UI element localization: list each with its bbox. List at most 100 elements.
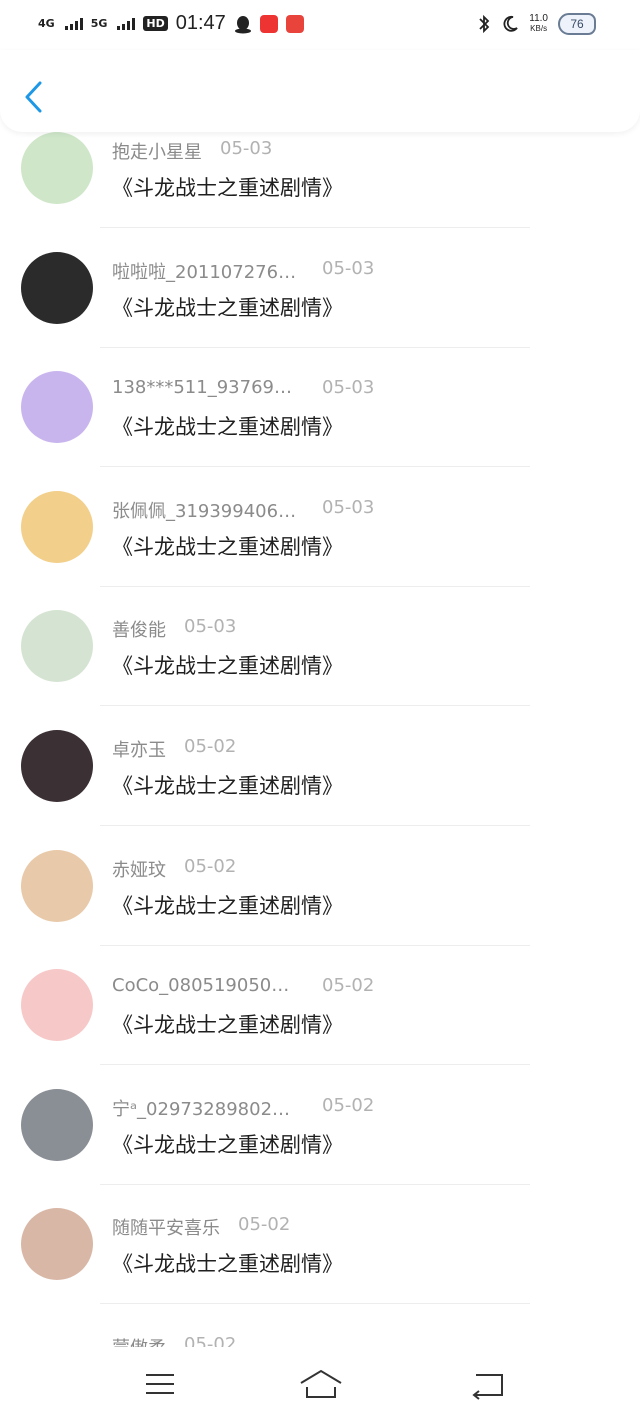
back-button[interactable] xyxy=(22,80,46,114)
system-nav-bar xyxy=(0,1347,640,1423)
avatar[interactable] xyxy=(21,1208,93,1281)
item-title[interactable]: 《斗龙战士之重述剧情》 xyxy=(112,531,343,561)
comment-list-inner: 抱走小星星 05-03 《斗龙战士之重述剧情》 啦啦啦_201107276… 05-03… xyxy=(0,132,640,1347)
item-meta: 赤娅玟 05-02 xyxy=(112,856,236,882)
network-5g-label: 5G xyxy=(90,16,108,30)
list-item[interactable]: 随随平安喜乐 05-02 《斗龙战士之重述剧情》 xyxy=(0,1196,640,1316)
item-meta: 宁ᵃ_02973289802… 05-02 xyxy=(112,1095,374,1121)
user-name[interactable]: 啦啦啦_201107276… xyxy=(112,258,302,284)
item-title[interactable]: 《斗龙战士之重述剧情》 xyxy=(112,1009,343,1039)
divider xyxy=(100,346,530,348)
item-meta: 张佩佩_319399406… 05-03 xyxy=(112,497,374,523)
list-item[interactable]: 张佩佩_319399406… 05-03 《斗龙战士之重述剧情》 xyxy=(0,479,640,599)
status-left: 4G 5G HD 01:47 xyxy=(38,12,304,35)
item-title[interactable]: 《斗龙战士之重述剧情》 xyxy=(112,890,343,920)
divider xyxy=(100,1303,530,1305)
post-date: 05-03 xyxy=(184,616,237,638)
speed-unit: KB/s xyxy=(530,24,548,33)
divider xyxy=(100,944,530,946)
network-speed: 11.0 KB/s xyxy=(529,14,548,34)
home-icon[interactable] xyxy=(298,1367,344,1401)
list-item[interactable]: 蒙傲柔 05-02 xyxy=(0,1316,640,1347)
list-item[interactable]: 善俊能 05-03 《斗龙战士之重述剧情》 xyxy=(0,598,640,718)
item-meta: 啦啦啦_201107276… 05-03 xyxy=(112,258,374,284)
news-app-icon xyxy=(285,14,304,33)
user-name[interactable]: CoCo_080519050… xyxy=(112,975,302,996)
battery-indicator: 76 xyxy=(558,13,596,35)
post-date: 05-02 xyxy=(184,735,237,757)
user-name[interactable]: 138***511_937694… xyxy=(112,377,302,398)
status-right: 11.0 KB/s 76 xyxy=(477,13,596,35)
item-meta: CoCo_080519050… 05-02 xyxy=(112,975,374,996)
avatar[interactable] xyxy=(21,969,93,1042)
back-nav-icon[interactable] xyxy=(468,1367,508,1401)
list-item[interactable]: 抱走小星星 05-03 《斗龙战士之重述剧情》 xyxy=(0,132,640,240)
item-meta: 卓亦玉 05-02 xyxy=(112,736,236,762)
post-date: 05-02 xyxy=(322,1094,375,1116)
signal-icon xyxy=(64,17,83,30)
app-notification-icon xyxy=(259,14,278,33)
divider xyxy=(100,1064,530,1066)
user-name[interactable]: 随随平安喜乐 xyxy=(112,1214,220,1240)
item-title[interactable]: 《斗龙战士之重述剧情》 xyxy=(112,172,343,202)
moon-icon xyxy=(503,15,518,32)
network-4g-label: 4G xyxy=(38,16,55,30)
speed-value: 11.0 xyxy=(529,13,548,24)
user-name[interactable]: 张佩佩_319399406… xyxy=(112,497,302,523)
avatar[interactable] xyxy=(21,1088,93,1161)
divider xyxy=(100,585,530,587)
list-item[interactable]: CoCo_080519050… 05-02 《斗龙战士之重述剧情》 xyxy=(0,957,640,1077)
list-item[interactable]: 赤娅玟 05-02 《斗龙战士之重述剧情》 xyxy=(0,838,640,958)
list-item[interactable]: 138***511_937694… 05-03 《斗龙战士之重述剧情》 xyxy=(0,359,640,479)
list-item[interactable]: 宁ᵃ_02973289802… 05-02 《斗龙战士之重述剧情》 xyxy=(0,1077,640,1197)
item-meta: 蒙傲柔 05-02 xyxy=(112,1334,236,1347)
avatar[interactable] xyxy=(21,1327,93,1347)
item-title[interactable]: 《斗龙战士之重述剧情》 xyxy=(112,1129,343,1159)
item-title[interactable]: 《斗龙战士之重述剧情》 xyxy=(112,650,343,680)
status-time: 01:47 xyxy=(175,12,226,34)
divider xyxy=(100,824,530,826)
list-item[interactable]: 啦啦啦_201107276… 05-03 《斗龙战士之重述剧情》 xyxy=(0,240,640,360)
signal-icon-2 xyxy=(117,17,136,30)
menu-icon[interactable] xyxy=(140,1367,180,1401)
user-name[interactable]: 善俊能 xyxy=(112,616,166,642)
avatar[interactable] xyxy=(21,371,93,444)
avatar[interactable] xyxy=(21,610,93,683)
avatar[interactable] xyxy=(21,251,93,324)
post-date: 05-03 xyxy=(220,138,273,159)
avatar[interactable] xyxy=(21,490,93,563)
item-title[interactable]: 《斗龙战士之重述剧情》 xyxy=(112,292,343,322)
item-title[interactable]: 《斗龙战士之重述剧情》 xyxy=(112,770,343,800)
post-date: 05-03 xyxy=(322,257,375,279)
comment-list: 抱走小星星 05-03 《斗龙战士之重述剧情》 啦啦啦_201107276… 05-03… xyxy=(0,132,640,1347)
list-item[interactable]: 卓亦玉 05-02 《斗龙战士之重述剧情》 xyxy=(0,718,640,838)
user-name[interactable]: 蒙傲柔 xyxy=(112,1334,166,1347)
divider xyxy=(100,705,530,707)
post-date: 05-02 xyxy=(322,975,375,997)
item-meta: 抱走小星星 05-03 xyxy=(112,138,272,164)
item-meta: 138***511_937694… 05-03 xyxy=(112,377,374,398)
item-meta: 随随平安喜乐 05-02 xyxy=(112,1214,290,1240)
hd-voice-icon: HD xyxy=(143,16,168,31)
divider xyxy=(100,227,530,228)
avatar[interactable] xyxy=(21,729,93,802)
avatar[interactable] xyxy=(21,849,93,922)
post-date: 05-02 xyxy=(238,1214,291,1236)
user-name[interactable]: 赤娅玟 xyxy=(112,856,166,882)
post-date: 05-02 xyxy=(184,855,237,877)
user-name[interactable]: 宁ᵃ_02973289802… xyxy=(112,1095,302,1121)
post-date: 05-03 xyxy=(322,377,375,399)
user-name[interactable]: 卓亦玉 xyxy=(112,736,166,762)
avatar[interactable] xyxy=(21,132,93,204)
bluetooth-icon xyxy=(479,14,490,34)
item-title[interactable]: 《斗龙战士之重述剧情》 xyxy=(112,1248,343,1278)
qq-icon xyxy=(234,15,251,33)
user-name[interactable]: 抱走小星星 xyxy=(112,138,202,164)
top-header xyxy=(0,50,640,132)
post-date: 05-03 xyxy=(322,496,375,518)
item-meta: 善俊能 05-03 xyxy=(112,616,236,642)
item-title[interactable]: 《斗龙战士之重述剧情》 xyxy=(112,411,343,441)
divider xyxy=(100,466,530,468)
post-date: 05-02 xyxy=(184,1333,237,1347)
divider xyxy=(100,1183,530,1185)
